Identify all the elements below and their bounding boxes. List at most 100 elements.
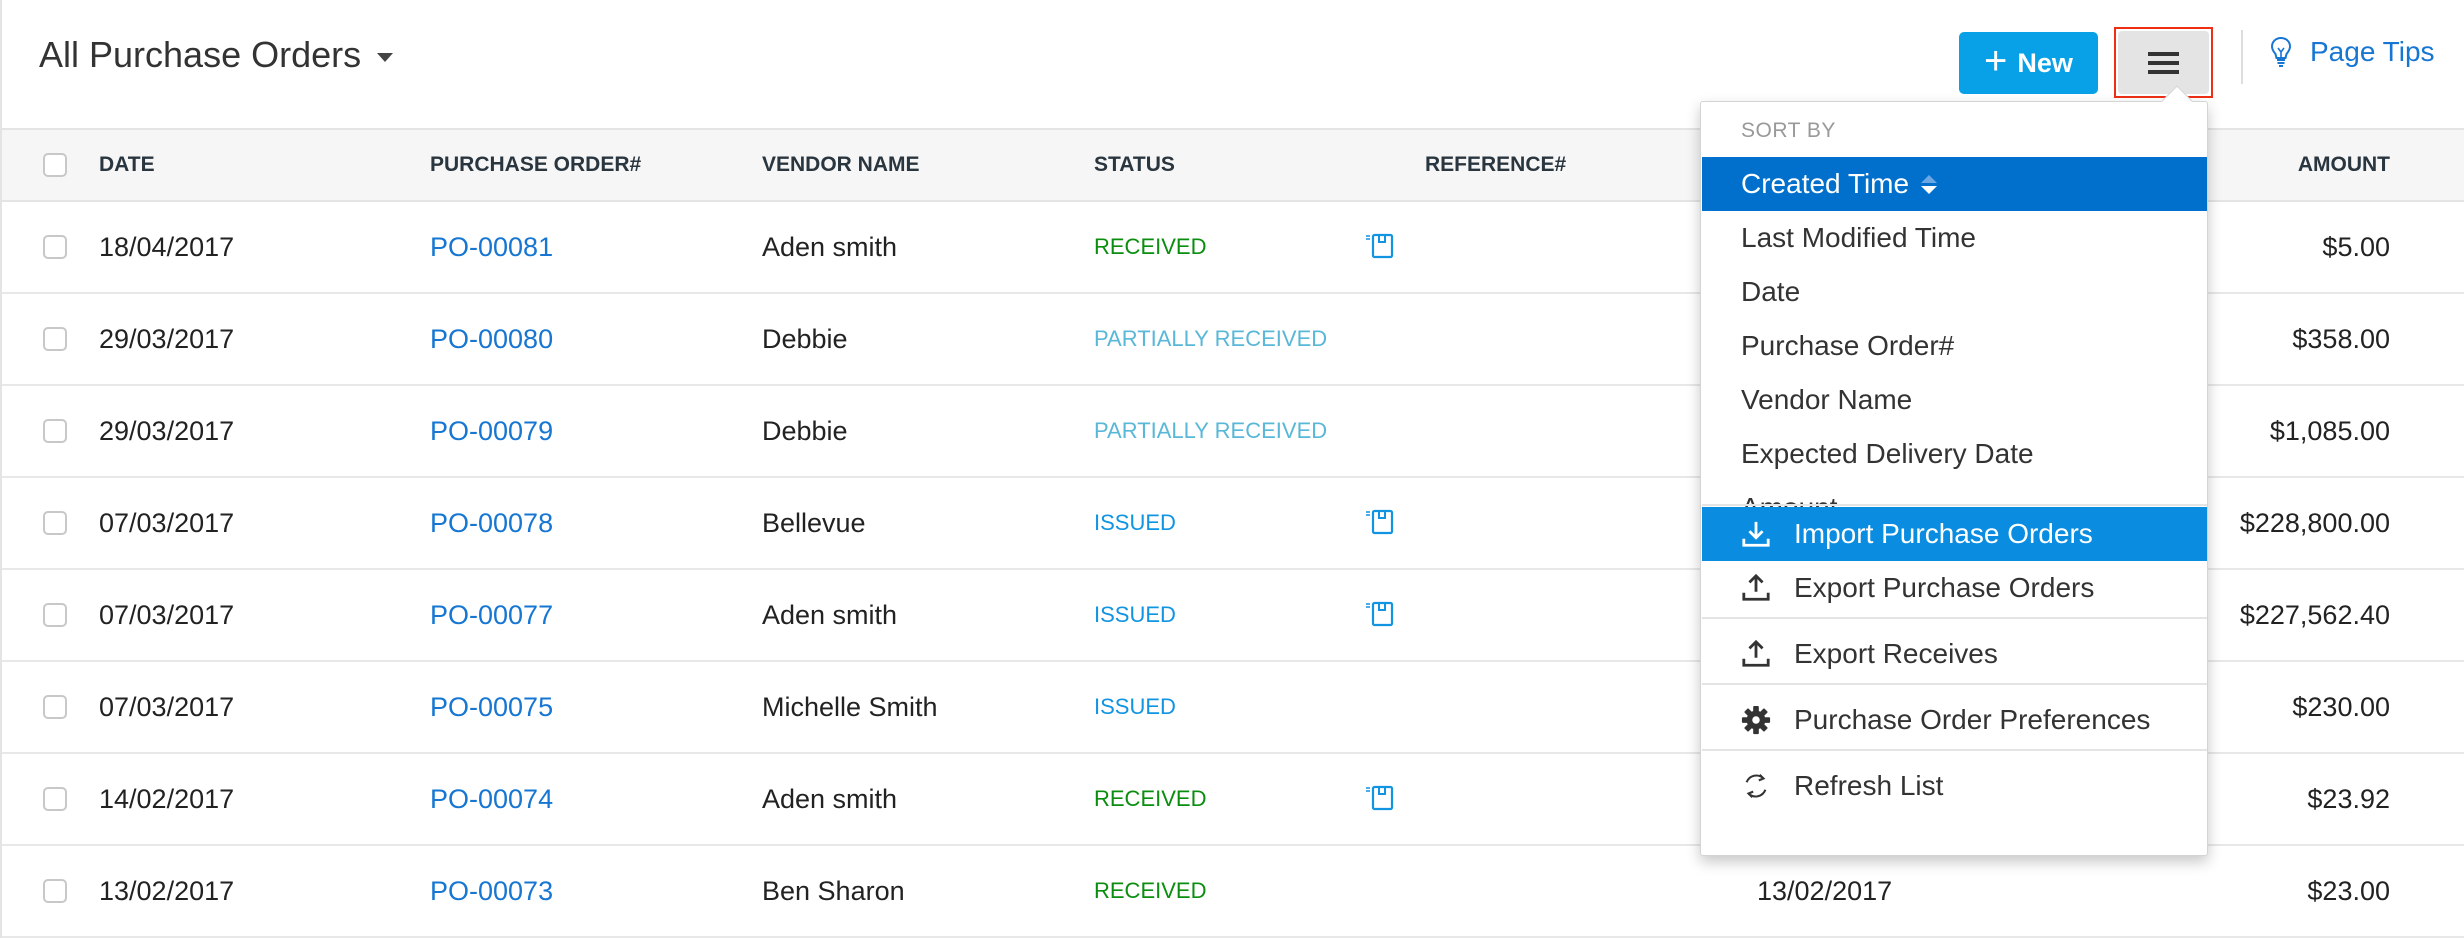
- sort-option-expected-delivery-date[interactable]: Expected Delivery Date: [1702, 427, 2207, 481]
- sort-option-purchase-order[interactable]: Purchase Order#: [1702, 319, 2207, 373]
- export-icon: [1740, 572, 1772, 604]
- row-checkbox[interactable]: [43, 419, 67, 443]
- refresh-icon: [1740, 770, 1772, 802]
- receive-package-icon[interactable]: [1364, 508, 1394, 536]
- row-po-link[interactable]: PO-00081: [430, 202, 553, 292]
- column-header-status[interactable]: STATUS: [1094, 130, 1175, 200]
- row-checkbox[interactable]: [43, 603, 67, 627]
- receive-package-icon[interactable]: [1364, 232, 1394, 260]
- row-amount: $5.00: [2322, 231, 2390, 262]
- row-po-link[interactable]: PO-00080: [430, 294, 553, 384]
- view-selector[interactable]: All Purchase Orders: [39, 34, 394, 76]
- more-options-button[interactable]: [2114, 27, 2213, 98]
- sort-option-label: Purchase Order#: [1741, 330, 1955, 361]
- row-checkbox[interactable]: [43, 511, 67, 535]
- row-date: 13/02/2017: [99, 875, 235, 906]
- sort-direction-icon[interactable]: [1921, 174, 1938, 194]
- new-button[interactable]: + New: [1959, 32, 2098, 94]
- menu-item-refresh-list[interactable]: Refresh List: [1702, 759, 2207, 813]
- import-icon: [1740, 518, 1772, 550]
- gear-icon: [1740, 704, 1772, 736]
- sort-option-last-modified-time[interactable]: Last Modified Time: [1702, 211, 2207, 265]
- lightbulb-icon: [2270, 36, 2292, 67]
- row-vendor-name: Aden smith: [762, 783, 898, 814]
- menu-item-export-purchase-orders[interactable]: Export Purchase Orders: [1702, 561, 2207, 615]
- row-checkbox[interactable]: [43, 235, 67, 259]
- row-amount: $227,562.40: [2239, 599, 2390, 630]
- menu-divider: [1702, 617, 2207, 619]
- row-po-link[interactable]: PO-00077: [430, 570, 553, 660]
- row-checkbox[interactable]: [43, 327, 67, 351]
- row-status: RECEIVED: [1094, 878, 1207, 903]
- column-header-vendor-name[interactable]: VENDOR NAME: [762, 130, 920, 200]
- row-vendor-name: Aden smith: [762, 599, 898, 630]
- page-tips-link[interactable]: Page Tips: [2270, 36, 2435, 68]
- row-amount: $23.00: [2307, 875, 2390, 906]
- menu-item-export-receives[interactable]: Export Receives: [1702, 627, 2207, 681]
- row-amount: $228,800.00: [2239, 507, 2390, 538]
- menu-divider: [1702, 749, 2207, 751]
- menu-item-label: Purchase Order Preferences: [1794, 704, 2151, 735]
- row-date: 07/03/2017: [99, 599, 235, 630]
- plus-icon: +: [1984, 39, 2008, 83]
- sort-option-date[interactable]: Date: [1702, 265, 2207, 319]
- sort-option-label: Date: [1741, 276, 1801, 307]
- menu-divider: [1702, 504, 2207, 506]
- row-vendor-name: Aden smith: [762, 231, 898, 262]
- row-po-link[interactable]: PO-00078: [430, 478, 553, 568]
- receive-package-icon[interactable]: [1364, 600, 1394, 628]
- row-vendor-name: Michelle Smith: [762, 691, 938, 722]
- row-status: ISSUED: [1094, 602, 1176, 627]
- sort-option-label: Vendor Name: [1741, 384, 1913, 415]
- row-date: 14/02/2017: [99, 783, 235, 814]
- column-header-purchase-order[interactable]: PURCHASE ORDER#: [430, 130, 641, 200]
- row-date: 29/03/2017: [99, 415, 235, 446]
- row-amount: $358.00: [2292, 323, 2390, 354]
- menu-item-import-purchase-orders[interactable]: Import Purchase Orders: [1702, 507, 2207, 561]
- menu-item-purchase-order-preferences[interactable]: Purchase Order Preferences: [1702, 693, 2207, 747]
- new-button-label: New: [2017, 47, 2073, 78]
- row-vendor-name: Debbie: [762, 415, 848, 446]
- row-amount: $23.92: [2307, 783, 2390, 814]
- page-title: All Purchase Orders: [39, 34, 362, 75]
- row-status: PARTIALLY RECEIVED: [1094, 418, 1328, 443]
- sort-by-heading: SORT BY: [1741, 119, 1836, 142]
- row-po-link[interactable]: PO-00073: [430, 846, 553, 936]
- row-po-link[interactable]: PO-00075: [430, 662, 553, 752]
- column-header-amount[interactable]: AMOUNT: [2298, 130, 2390, 200]
- receive-package-icon[interactable]: [1364, 784, 1394, 812]
- sort-option-label: Last Modified Time: [1741, 222, 1976, 253]
- column-header-reference[interactable]: REFERENCE#: [1425, 130, 1566, 200]
- row-date: 07/03/2017: [99, 691, 235, 722]
- row-amount: $1,085.00: [2269, 415, 2390, 446]
- row-vendor-name: Debbie: [762, 323, 848, 354]
- select-all-checkbox[interactable]: [43, 153, 67, 177]
- menu-item-label: Export Receives: [1794, 638, 1998, 669]
- row-date: 29/03/2017: [99, 323, 235, 354]
- purchase-orders-page: All Purchase Orders + New Page Tips DATE…: [0, 0, 2464, 938]
- menu-divider: [1702, 683, 2207, 685]
- sort-option-vendor-name[interactable]: Vendor Name: [1702, 373, 2207, 427]
- row-status: ISSUED: [1094, 510, 1176, 535]
- sort-option-created-time[interactable]: Created Time: [1702, 157, 2207, 211]
- column-header-date[interactable]: DATE: [99, 130, 155, 200]
- row-date: 18/04/2017: [99, 231, 235, 262]
- row-po-link[interactable]: PO-00074: [430, 754, 553, 844]
- row-expected-delivery-date: 13/02/2017: [1757, 875, 1893, 906]
- menu-item-label: Refresh List: [1794, 770, 1944, 801]
- export-icon: [1740, 638, 1772, 670]
- row-status: RECEIVED: [1094, 786, 1207, 811]
- header-divider: [2241, 30, 2243, 84]
- table-row[interactable]: 13/02/2017 PO-00073 Ben Sharon RECEIVED 13/0…: [2, 846, 2464, 938]
- row-amount: $230.00: [2292, 691, 2390, 722]
- row-po-link[interactable]: PO-00079: [430, 386, 553, 476]
- more-options-menu: SORT BY Created Time Last Modified Time Da…: [1700, 85, 2208, 856]
- row-status: PARTIALLY RECEIVED: [1094, 326, 1328, 351]
- menu-item-label: Import Purchase Orders: [1794, 518, 2093, 549]
- row-checkbox[interactable]: [43, 695, 67, 719]
- row-checkbox[interactable]: [43, 787, 67, 811]
- row-checkbox[interactable]: [43, 879, 67, 903]
- sort-option-label: Created Time: [1741, 168, 1910, 199]
- menu-item-label: Export Purchase Orders: [1794, 572, 2095, 603]
- sort-option-label: Expected Delivery Date: [1741, 438, 2034, 469]
